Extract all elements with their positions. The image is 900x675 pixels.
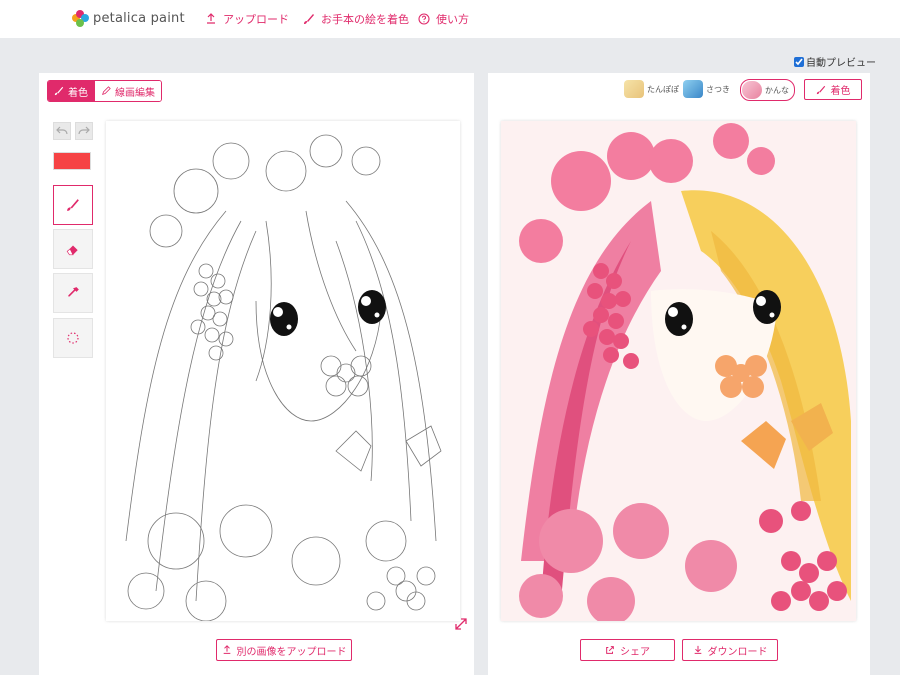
nav-upload[interactable]: アップロード [205, 11, 289, 27]
line-art-image [125, 134, 442, 621]
brush-icon [304, 14, 314, 24]
style-satsuki[interactable]: さつき [683, 80, 730, 98]
dotted-circle-icon [67, 332, 79, 344]
colorized-image [501, 121, 856, 621]
style-kanna[interactable]: かんな [740, 79, 795, 101]
color-swatch[interactable] [53, 152, 91, 170]
pencil-icon [102, 86, 111, 95]
tab-colorize-label: 着色 [68, 87, 88, 99]
undo-button[interactable] [53, 122, 71, 140]
style-satsuki-label: さつき [706, 84, 730, 94]
expand-icon[interactable] [454, 617, 468, 631]
nav-colorize-sample[interactable]: お手本の絵を着色 [303, 11, 409, 27]
style-satsuki-thumbnail [683, 80, 703, 98]
style-kanna-label: かんな [765, 85, 789, 95]
auto-preview-toggle[interactable]: 自動プレビュー [794, 54, 876, 69]
share-icon [606, 646, 614, 654]
nav-help-label: 使い方 [436, 13, 469, 26]
share-label: シェア [620, 646, 650, 658]
download-button[interactable]: ダウンロード [682, 639, 778, 661]
logo[interactable]: petalica paint [72, 10, 185, 27]
auto-preview-label: 自動プレビュー [806, 58, 876, 69]
undo-icon [56, 126, 68, 135]
style-tanpopo-thumbnail [624, 80, 644, 98]
download-label: ダウンロード [707, 646, 768, 658]
redo-icon [78, 126, 90, 135]
colorized-preview [501, 121, 856, 621]
nav-help[interactable]: 使い方 [418, 11, 469, 27]
upload-another-button[interactable]: 別の画像をアップロード [216, 639, 352, 661]
mode-tabs: 着色 線画編集 [47, 80, 162, 102]
style-tanpopo[interactable]: たんぽぽ [624, 80, 679, 98]
help-circle-icon [418, 13, 430, 25]
tab-line-edit-label: 線画編集 [115, 87, 155, 99]
brush-icon [816, 85, 825, 94]
colorize-button-label: 着色 [830, 86, 851, 97]
upload-another-label: 別の画像をアップロード [236, 646, 347, 658]
eraser-tool[interactable] [53, 229, 93, 269]
upload-icon [223, 645, 230, 654]
eyedropper-tool[interactable] [53, 273, 93, 313]
brush-tool[interactable] [53, 185, 93, 225]
line-art-canvas[interactable] [106, 121, 460, 621]
upload-icon [207, 13, 215, 24]
tab-line-edit[interactable]: 線画編集 [94, 81, 161, 101]
nav-upload-label: アップロード [223, 13, 289, 26]
logo-text: petalica paint [93, 11, 185, 26]
style-kanna-thumbnail [742, 81, 762, 99]
lasso-tool[interactable] [53, 318, 93, 358]
tab-colorize[interactable]: 着色 [48, 81, 94, 101]
logo-icon [72, 10, 89, 27]
eyedropper-icon [68, 287, 79, 297]
auto-preview-checkbox[interactable] [794, 56, 804, 67]
colorize-button[interactable]: 着色 [804, 79, 862, 100]
eraser-icon [66, 245, 78, 256]
share-button[interactable]: シェア [580, 639, 675, 661]
download-icon [694, 645, 701, 654]
brush-icon [54, 86, 64, 96]
nav-colorize-sample-label: お手本の絵を着色 [321, 13, 409, 26]
redo-button[interactable] [75, 122, 93, 140]
style-tanpopo-label: たんぽぽ [647, 84, 679, 94]
app-header: petalica paint アップロード お手本の絵を着色 使い方 [0, 0, 900, 38]
brush-icon [67, 199, 79, 211]
